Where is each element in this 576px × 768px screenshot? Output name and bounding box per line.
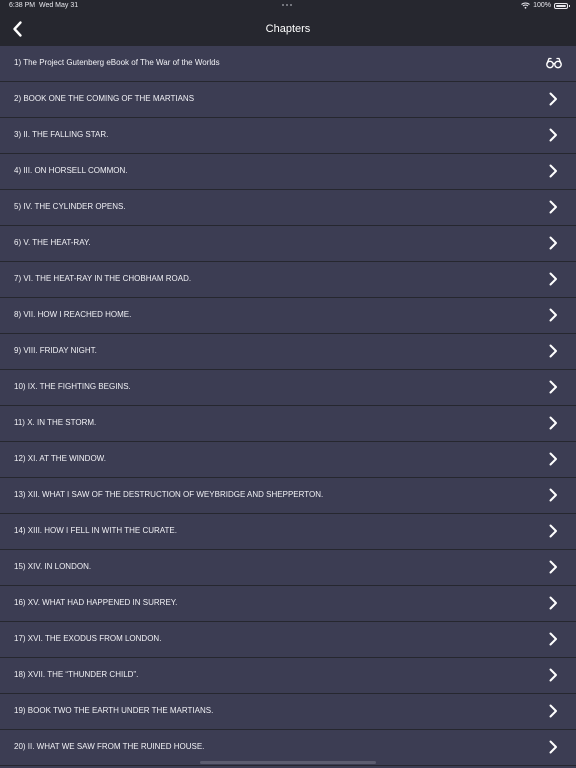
home-indicator[interactable] (200, 761, 376, 764)
chevron-right-icon (549, 596, 557, 610)
chevron-right-icon (549, 128, 557, 142)
status-time-text: 6:38 PM (9, 2, 36, 9)
chapter-row[interactable]: 5) IV. THE CYLINDER OPENS. (0, 190, 576, 226)
chapter-label: 3) II. THE FALLING STAR. (14, 130, 109, 139)
chevron-right-icon (549, 704, 557, 718)
chapter-row[interactable]: 16) XV. WHAT HAD HAPPENED IN SURREY. (0, 586, 576, 622)
status-bar: 6:38 PM Wed May 31 100% (0, 0, 576, 13)
chapter-label: 17) XVI. THE EXODUS FROM LONDON. (14, 634, 162, 643)
chapter-label: 19) BOOK TWO THE EARTH UNDER THE MARTIAN… (14, 706, 214, 715)
chapter-row[interactable]: 8) VII. HOW I REACHED HOME. (0, 298, 576, 334)
chapter-row[interactable]: 19) BOOK TWO THE EARTH UNDER THE MARTIAN… (0, 694, 576, 730)
chapter-label: 9) VIII. FRIDAY NIGHT. (14, 346, 97, 355)
chapter-row[interactable]: 7) VI. THE HEAT-RAY IN THE CHOBHAM ROAD. (0, 262, 576, 298)
chapter-label: 11) X. IN THE STORM. (14, 418, 97, 427)
chevron-right-icon (549, 380, 557, 394)
chevron-right-icon (549, 668, 557, 682)
chevron-right-icon (549, 236, 557, 250)
chapter-label: 15) XIV. IN LONDON. (14, 562, 92, 571)
battery-percentage: 100% (533, 2, 551, 9)
chevron-right-icon (549, 524, 557, 538)
chapter-row[interactable]: 13) XII. WHAT I SAW OF THE DESTRUCTION O… (0, 478, 576, 514)
chapter-row[interactable]: 10) IX. THE FIGHTING BEGINS. (0, 370, 576, 406)
chapter-list: 1) The Project Gutenberg eBook of The Wa… (0, 46, 576, 766)
status-time: 6:38 PM Wed May 31 (9, 2, 78, 9)
chapter-label: 18) XVII. THE “THUNDER CHILD”. (14, 670, 139, 679)
chapter-label: 14) XIII. HOW I FELL IN WITH THE CURATE. (14, 526, 177, 535)
chapter-label: 20) II. WHAT WE SAW FROM THE RUINED HOUS… (14, 742, 205, 751)
chevron-right-icon (549, 740, 557, 754)
chapter-row[interactable]: 18) XVII. THE “THUNDER CHILD”. (0, 658, 576, 694)
status-indicators: 100% (521, 2, 570, 9)
chapter-label: 16) XV. WHAT HAD HAPPENED IN SURREY. (14, 598, 178, 607)
chapter-row[interactable]: 3) II. THE FALLING STAR. (0, 118, 576, 154)
chapter-label: 4) III. ON HORSELL COMMON. (14, 166, 128, 175)
chapter-label: 13) XII. WHAT I SAW OF THE DESTRUCTION O… (14, 490, 324, 499)
chapter-row[interactable]: 4) III. ON HORSELL COMMON. (0, 154, 576, 190)
battery-icon (554, 2, 570, 9)
chapter-row[interactable]: 12) XI. AT THE WINDOW. (0, 442, 576, 478)
status-date-text: Wed May 31 (38, 2, 79, 9)
multitasking-dots-icon[interactable] (282, 4, 294, 7)
navigation-bar: Chapters (0, 13, 576, 46)
chevron-right-icon (549, 92, 557, 106)
chevron-right-icon (549, 416, 557, 430)
page-title: Chapters (265, 23, 311, 35)
chapter-label: 10) IX. THE FIGHTING BEGINS. (14, 382, 131, 391)
chapter-label: 2) BOOK ONE THE COMING OF THE MARTIANS (14, 94, 195, 103)
chevron-right-icon (549, 452, 557, 466)
chapter-label: 7) VI. THE HEAT-RAY IN THE CHOBHAM ROAD. (14, 274, 192, 283)
chapter-label: 6) V. THE HEAT-RAY. (14, 238, 91, 247)
chevron-right-icon (549, 488, 557, 502)
chevron-right-icon (549, 308, 557, 322)
chapter-label: 1) The Project Gutenberg eBook of The Wa… (14, 58, 220, 67)
chapter-row[interactable]: 2) BOOK ONE THE COMING OF THE MARTIANS (0, 82, 576, 118)
chapter-label: 12) XI. AT THE WINDOW. (14, 454, 107, 463)
chevron-right-icon (549, 632, 557, 646)
wifi-icon (521, 2, 530, 9)
chapter-row[interactable]: 6) V. THE HEAT-RAY. (0, 226, 576, 262)
chapter-label: 5) IV. THE CYLINDER OPENS. (14, 202, 126, 211)
chevron-right-icon (549, 560, 557, 574)
chapter-label: 8) VII. HOW I REACHED HOME. (14, 310, 132, 319)
chapter-row[interactable]: 11) X. IN THE STORM. (0, 406, 576, 442)
chapter-row[interactable]: 9) VIII. FRIDAY NIGHT. (0, 334, 576, 370)
chapter-row[interactable]: 17) XVI. THE EXODUS FROM LONDON. (0, 622, 576, 658)
chevron-right-icon (549, 272, 557, 286)
chapter-row[interactable]: 15) XIV. IN LONDON. (0, 550, 576, 586)
chapter-row[interactable]: 14) XIII. HOW I FELL IN WITH THE CURATE. (0, 514, 576, 550)
chevron-right-icon (549, 164, 557, 178)
reading-glasses-icon (546, 57, 562, 69)
chevron-right-icon (549, 200, 557, 214)
chapter-row[interactable]: 1) The Project Gutenberg eBook of The Wa… (0, 46, 576, 82)
chevron-right-icon (549, 344, 557, 358)
